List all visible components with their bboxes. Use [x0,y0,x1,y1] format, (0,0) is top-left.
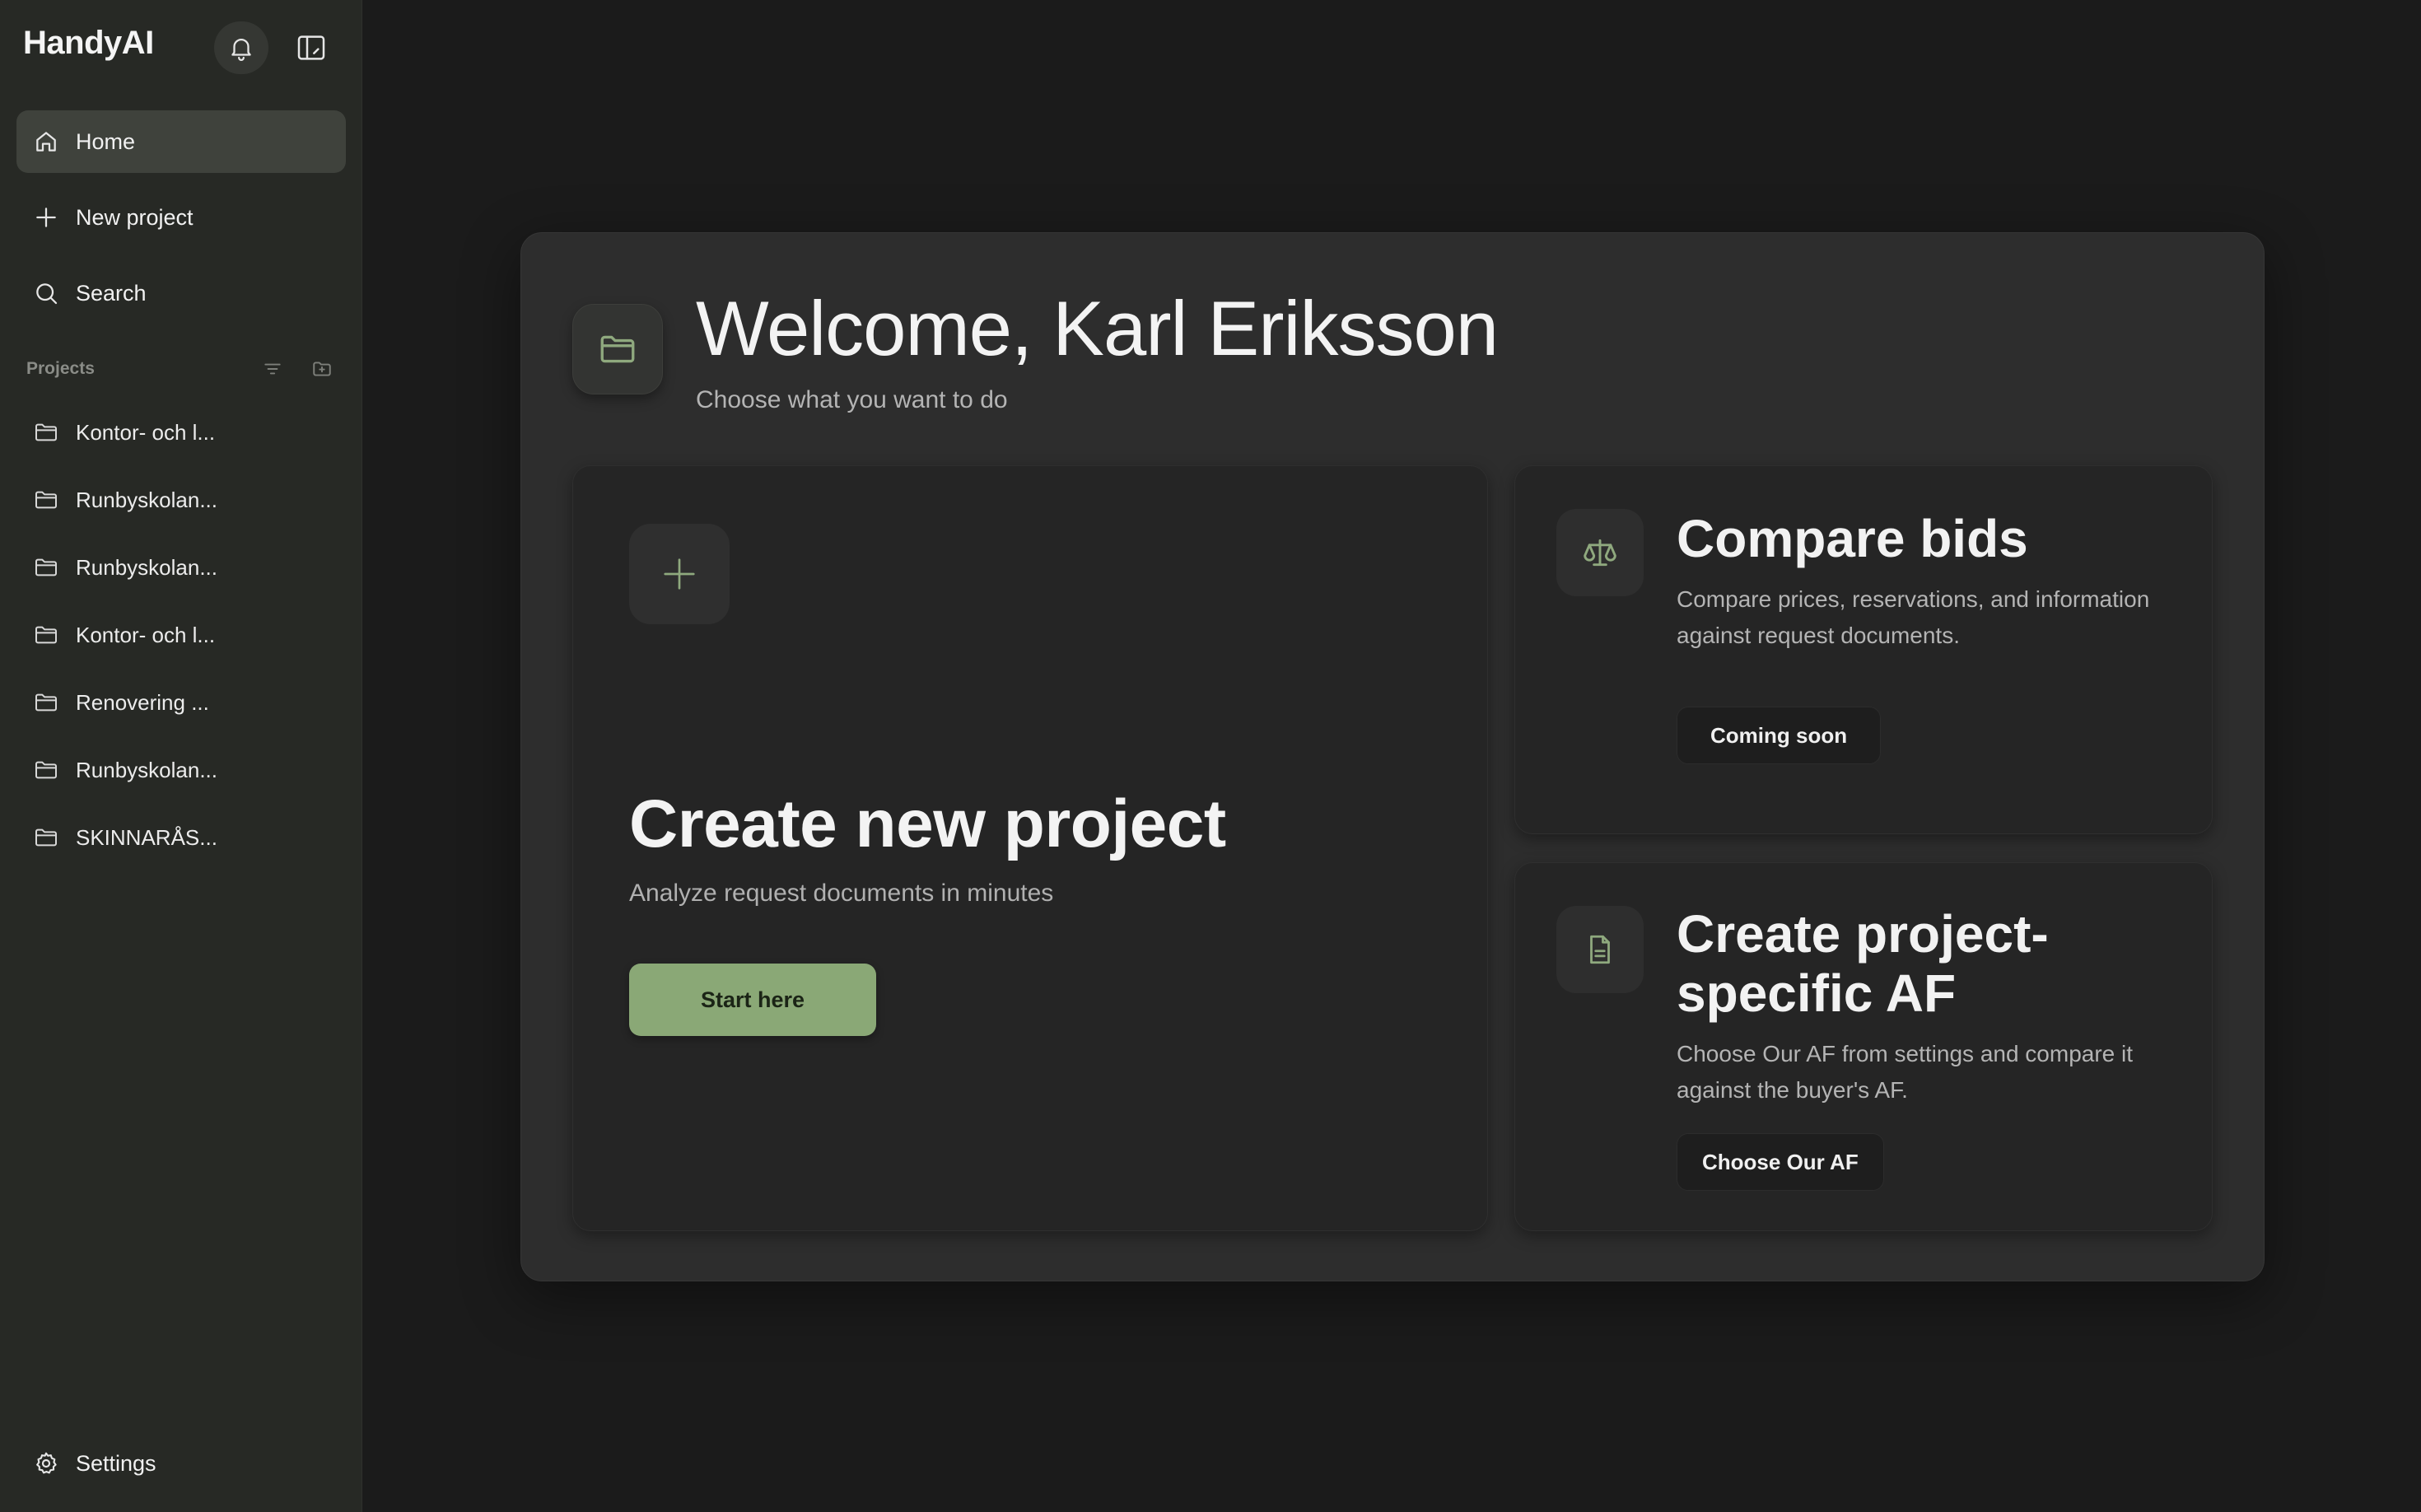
folder-icon [31,755,61,785]
sort-filter-icon[interactable] [259,355,287,383]
sidebar-project-item[interactable]: Kontor- och l... [16,404,346,461]
gear-icon [31,1449,61,1478]
folder-icon [31,553,61,582]
sidebar-project-item[interactable]: Runbyskolan... [16,741,346,799]
sidebar-project-item[interactable]: SKINNARÅS... [16,809,346,866]
sidebar-project-item[interactable]: Renovering ... [16,674,346,731]
coming-soon-button[interactable]: Coming soon [1677,707,1882,764]
project-af-icon-tile [1556,906,1644,993]
project-name: Renovering ... [76,689,209,715]
create-project-subtitle: Analyze request documents in minutes [629,880,1054,907]
project-af-description: Choose Our AF from settings and compare … [1677,1041,2134,1103]
projects-label: Projects [26,359,95,378]
new-folder-icon[interactable] [308,355,336,383]
compare-bids-description: Compare prices, reservations, and inform… [1677,586,2150,648]
sidebar-item-settings[interactable]: Settings [16,1435,346,1492]
sidebar-project-item[interactable]: Kontor- och l... [16,606,346,664]
project-name: Kontor- och l... [76,419,216,445]
sidebar-item-label: Home [76,128,136,154]
project-name: Runbyskolan... [76,757,217,782]
folder-icon [31,823,61,852]
sidebar-item-label: New project [76,204,194,230]
sidebar-panel-icon [295,31,328,64]
project-name: Runbyskolan... [76,487,217,512]
sidebar-item-home[interactable]: Home [16,110,346,173]
folder-icon [31,485,61,515]
create-project-icon-tile [629,524,730,624]
sidebar-item-label: Settings [76,1450,156,1476]
project-name: Runbyskolan... [76,554,217,580]
sidebar-project-item[interactable]: Runbyskolan... [16,539,346,596]
plus-icon [660,555,698,593]
folder-icon [31,688,61,717]
bell-icon [227,34,255,62]
compare-bids-card: Compare bids Compare prices, reservation… [1514,465,2213,834]
projects-section-header: Projects [26,356,336,382]
project-af-title: Create project-specific AF [1677,904,2049,1023]
sidebar: HandyAI Home New project Search Projects… [0,0,362,1512]
plus-icon [31,203,61,232]
sidebar-project-item[interactable]: Runbyskolan... [16,471,346,529]
notifications-button[interactable] [214,21,268,74]
header-folder-tile [572,304,663,394]
welcome-card: Welcome, Karl Eriksson Choose what you w… [520,232,2265,1281]
folder-icon [31,620,61,650]
project-name: Kontor- och l... [76,622,216,647]
app-logo[interactable]: HandyAI [23,25,154,62]
project-name: SKINNARÅS... [76,824,217,850]
folder-icon [597,329,638,370]
document-icon [1583,932,1617,967]
sidebar-item-new-project[interactable]: New project [16,186,346,249]
choose-our-af-button[interactable]: Choose Our AF [1677,1133,1884,1191]
start-here-button[interactable]: Start here [629,964,876,1036]
compare-bids-icon-tile [1556,509,1644,596]
page-title: Welcome, Karl Eriksson [696,285,1499,371]
page-subtitle: Choose what you want to do [696,386,1008,413]
sidebar-item-search[interactable]: Search [16,262,346,324]
toggle-sidebar-button[interactable] [285,21,338,74]
sidebar-item-label: Search [76,280,147,306]
create-project-title: Create new project [629,786,1226,861]
create-project-card[interactable]: Create new project Analyze request docum… [572,465,1488,1231]
scale-icon [1582,534,1618,571]
search-icon [31,278,61,308]
project-af-card: Create project-specific AF Choose Our AF… [1514,862,2213,1231]
compare-bids-title: Compare bids [1677,509,2028,568]
home-icon [31,127,61,156]
folder-icon [31,418,61,447]
